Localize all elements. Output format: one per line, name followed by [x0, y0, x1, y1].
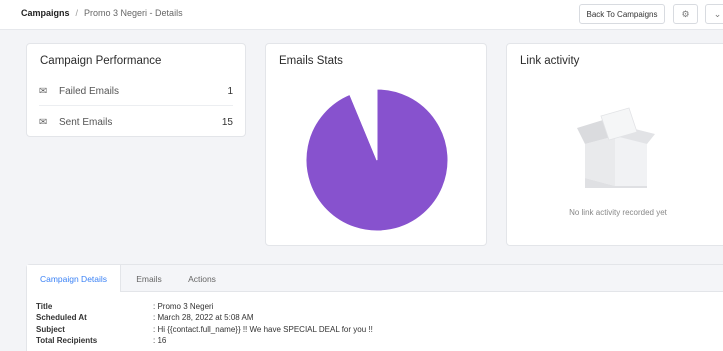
breadcrumb-separator: /: [75, 8, 79, 18]
failed-emails-count: 1: [227, 85, 233, 97]
campaign-details-panel: Campaign Details Emails Actions Title : …: [26, 264, 723, 351]
card-title: Campaign Performance: [40, 55, 162, 67]
tab-actions[interactable]: Actions: [185, 265, 219, 292]
subject-label: Subject: [36, 325, 65, 334]
title-label: Title: [36, 302, 53, 311]
breadcrumb-current: Promo 3 Negeri - Details: [84, 8, 183, 18]
divider: [39, 105, 233, 106]
more-icon: ⌄: [713, 8, 722, 19]
emails-stats-card: Emails Stats: [265, 43, 487, 246]
settings-button[interactable]: ⚙: [673, 4, 698, 24]
failed-emails-row: ✉ Failed Emails 1: [39, 82, 233, 100]
settings-icon: ⚙: [681, 8, 690, 19]
total-recipients-label: Total Recipients: [36, 336, 98, 345]
sent-emails-label: Sent Emails: [59, 116, 113, 128]
top-bar: Campaigns / Promo 3 Negeri - Details Back …: [0, 0, 723, 30]
emails-pie-chart: [305, 88, 449, 232]
breadcrumb: Campaigns / Promo 3 Negeri - Details: [21, 8, 183, 18]
back-to-campaigns-button[interactable]: Back To Campaigns: [579, 4, 665, 24]
link-activity-card: Link activity No link activity recorded …: [506, 43, 723, 246]
tab-campaign-details[interactable]: Campaign Details: [27, 265, 121, 292]
envelope-icon: ✉: [39, 85, 48, 97]
sent-emails-row: ✉ Sent Emails 15: [39, 113, 233, 131]
total-recipients-value: : 16: [153, 336, 167, 345]
tab-bar: Campaign Details Emails Actions: [27, 265, 723, 292]
empty-state-text: No link activity recorded yet: [569, 208, 667, 217]
scheduled-at-value: : March 28, 2022 at 5:08 AM: [153, 313, 254, 322]
failed-emails-label: Failed Emails: [59, 85, 120, 97]
empty-box-illustration: [577, 107, 655, 188]
card-title: Emails Stats: [279, 55, 343, 67]
title-value: : Promo 3 Negeri: [153, 302, 214, 311]
envelope-icon: ✉: [39, 116, 48, 128]
breadcrumb-campaigns-link[interactable]: Campaigns: [21, 8, 70, 18]
sent-emails-count: 15: [221, 116, 233, 128]
card-title: Link activity: [520, 55, 580, 67]
more-button[interactable]: ⌄: [705, 4, 723, 24]
campaign-performance-card: Campaign Performance ✉ Failed Emails 1 ✉…: [26, 43, 246, 137]
scheduled-at-label: Scheduled At: [36, 313, 87, 322]
subject-value: : Hi {{contact.full_name}} !! We have SP…: [153, 325, 373, 334]
tab-emails[interactable]: Emails: [134, 265, 164, 292]
